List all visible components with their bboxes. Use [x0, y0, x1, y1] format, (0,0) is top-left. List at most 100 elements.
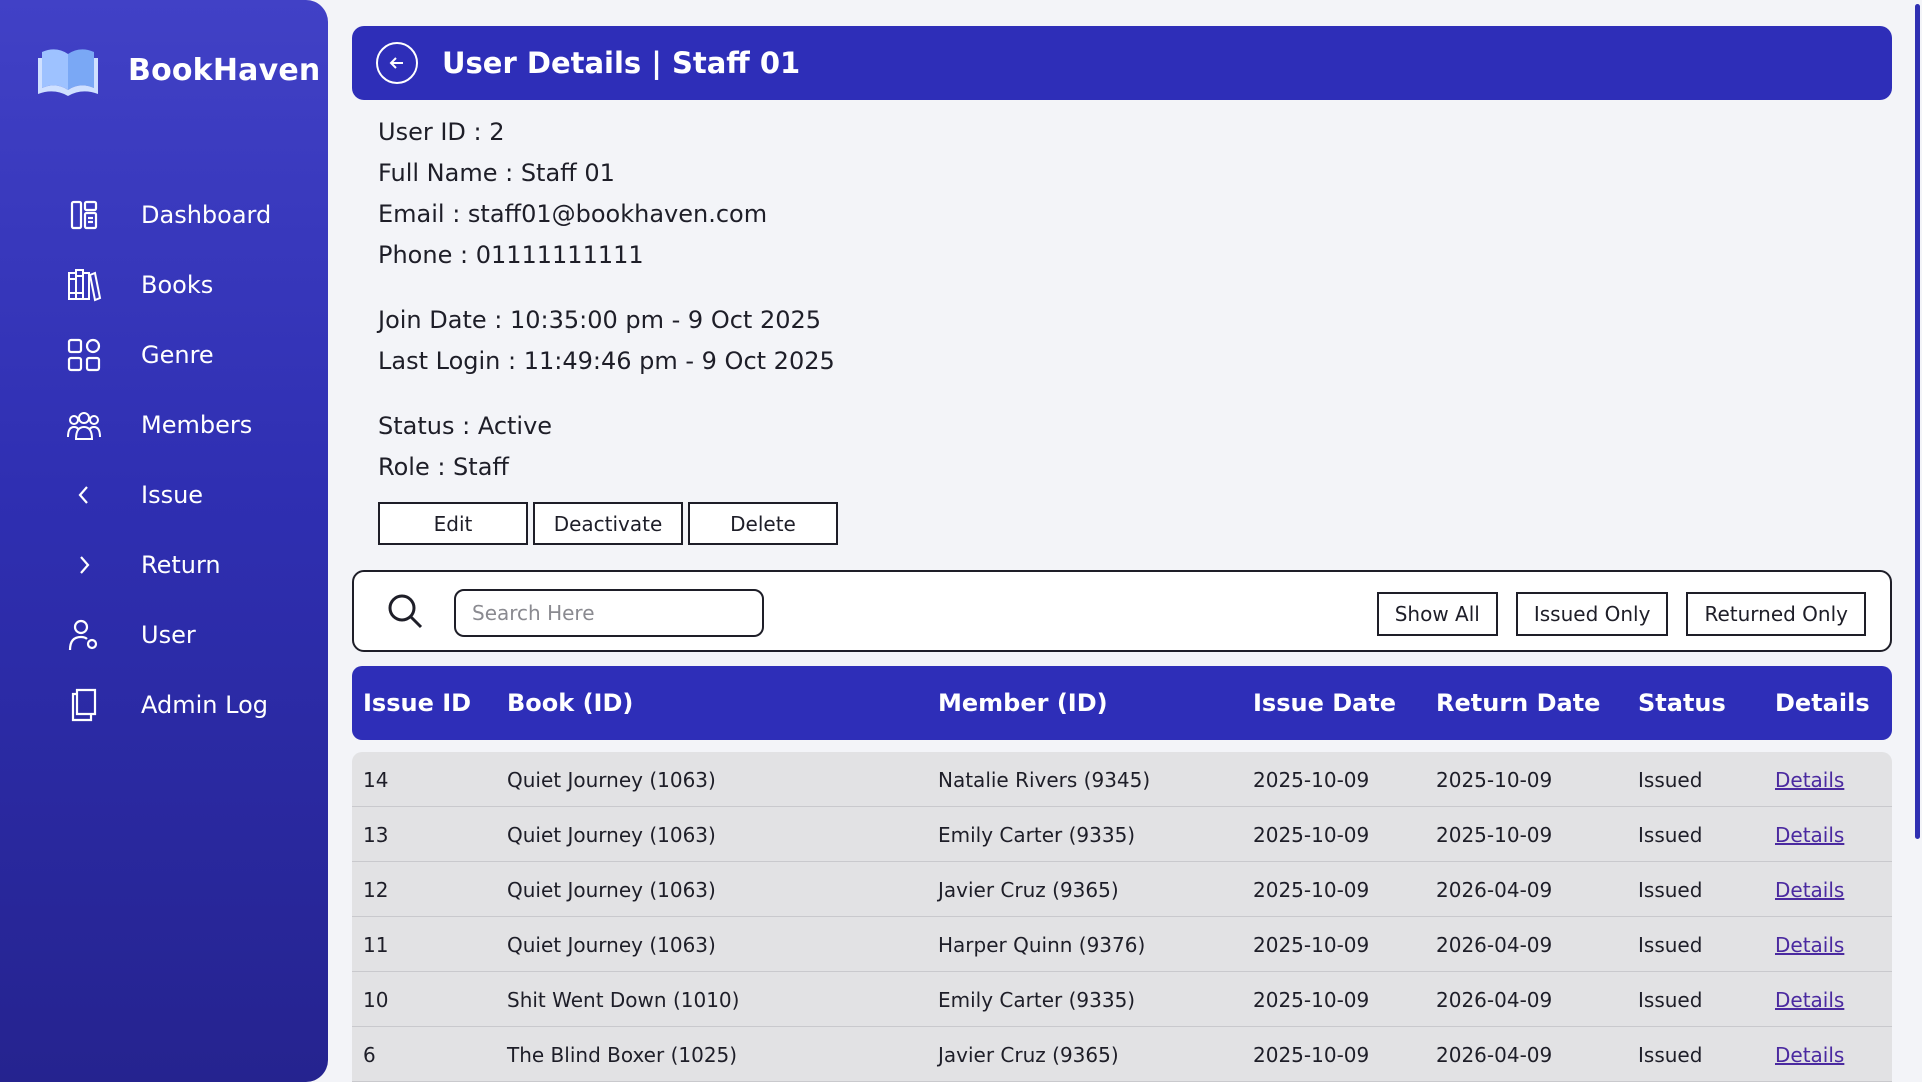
table-row: 6 The Blind Boxer (1025) Javier Cruz (93… — [352, 1027, 1892, 1082]
cell-member: Natalie Rivers (9345) — [938, 767, 1151, 792]
cell-issue-id: 13 — [363, 822, 389, 847]
cell-status: Issued — [1638, 987, 1703, 1012]
column-header-issue-id[interactable]: Issue ID — [363, 666, 471, 740]
table-row: 14 Quiet Journey (1063) Natalie Rivers (… — [352, 752, 1892, 807]
delete-button[interactable]: Delete — [688, 502, 838, 545]
user-full-name: Full Name : Staff 01 — [378, 159, 615, 187]
column-header-book[interactable]: Book (ID) — [507, 666, 633, 740]
cell-issue-id: 6 — [363, 1042, 376, 1067]
sidebar-item-label: Admin Log — [141, 691, 268, 719]
sidebar-item-label: User — [141, 621, 196, 649]
brand[interactable]: BookHaven — [38, 44, 320, 96]
user-last-login: Last Login : 11:49:46 pm - 9 Oct 2025 — [378, 347, 835, 375]
cell-status: Issued — [1638, 1042, 1703, 1067]
page-header: User Details | Staff 01 — [352, 26, 1892, 100]
chevron-right-icon — [64, 545, 104, 585]
scrollbar[interactable] — [1914, 0, 1922, 1082]
cell-member: Emily Carter (9335) — [938, 987, 1136, 1012]
cell-return-date: 2026-04-09 — [1436, 987, 1553, 1012]
cell-issue-date: 2025-10-09 — [1253, 932, 1370, 957]
table-row: 12 Quiet Journey (1063) Javier Cruz (936… — [352, 862, 1892, 917]
sidebar-item-admin-log[interactable]: Admin Log — [0, 670, 328, 740]
column-header-issue-date[interactable]: Issue Date — [1253, 666, 1396, 740]
column-header-member[interactable]: Member (ID) — [938, 666, 1108, 740]
column-header-status[interactable]: Status — [1638, 666, 1726, 740]
sidebar-item-label: Return — [141, 551, 221, 579]
cell-status: Issued — [1638, 877, 1703, 902]
back-button[interactable] — [376, 42, 418, 84]
cell-return-date: 2026-04-09 — [1436, 1042, 1553, 1067]
user-join-date: Join Date : 10:35:00 pm - 9 Oct 2025 — [378, 306, 822, 334]
user-phone: Phone : 01111111111 — [378, 241, 644, 269]
sidebar-item-dashboard[interactable]: Dashboard — [0, 180, 328, 250]
cell-issue-id: 10 — [363, 987, 389, 1012]
user-status: Status : Active — [378, 412, 553, 440]
sidebar-item-user[interactable]: User — [0, 600, 328, 670]
cell-member: Javier Cruz (9365) — [938, 1042, 1119, 1067]
sidebar-item-members[interactable]: Members — [0, 390, 328, 460]
details-link[interactable]: Details — [1775, 933, 1844, 957]
grid-icon — [64, 335, 104, 375]
cell-book: Quiet Journey (1063) — [507, 822, 716, 847]
sidebar-item-return[interactable]: Return — [0, 530, 328, 600]
cell-status: Issued — [1638, 932, 1703, 957]
sidebar-item-label: Issue — [141, 481, 204, 509]
dashboard-icon — [64, 195, 104, 235]
user-actions: Edit Deactivate Delete — [378, 502, 843, 545]
cell-book: Quiet Journey (1063) — [507, 767, 716, 792]
details-link[interactable]: Details — [1775, 988, 1844, 1012]
issue-table: 14 Quiet Journey (1063) Natalie Rivers (… — [352, 752, 1892, 1082]
sidebar-item-issue[interactable]: Issue — [0, 460, 328, 530]
edit-button[interactable]: Edit — [378, 502, 528, 545]
cell-book: The Blind Boxer (1025) — [507, 1042, 738, 1067]
scrollbar-thumb[interactable] — [1915, 4, 1920, 839]
search-panel: Show All Issued Only Returned Only — [352, 570, 1892, 652]
cell-book: Shit Went Down (1010) — [507, 987, 740, 1012]
details-link[interactable]: Details — [1775, 768, 1844, 792]
details-link[interactable]: Details — [1775, 823, 1844, 847]
page-title: User Details | Staff 01 — [442, 46, 801, 80]
book-logo-icon — [38, 49, 98, 96]
cell-issue-date: 2025-10-09 — [1253, 822, 1370, 847]
column-header-details[interactable]: Details — [1775, 666, 1870, 740]
cell-issue-date: 2025-10-09 — [1253, 767, 1370, 792]
show-all-button[interactable]: Show All — [1376, 592, 1498, 636]
brand-name: BookHaven — [128, 52, 321, 88]
user-role: Role : Staff — [378, 453, 509, 481]
sidebar-item-label: Dashboard — [141, 201, 272, 229]
sidebar: BookHaven Dashboard Books Genre Members … — [0, 0, 328, 1082]
details-link[interactable]: Details — [1775, 1043, 1844, 1067]
cell-issue-date: 2025-10-09 — [1253, 987, 1370, 1012]
cell-return-date: 2026-04-09 — [1436, 932, 1553, 957]
chevron-left-icon — [64, 475, 104, 515]
issued-only-button[interactable]: Issued Only — [1515, 592, 1669, 636]
cell-member: Harper Quinn (9376) — [938, 932, 1146, 957]
user-details: User ID : 2 Full Name : Staff 01 Email :… — [378, 112, 835, 512]
cell-issue-date: 2025-10-09 — [1253, 877, 1370, 902]
cell-book: Quiet Journey (1063) — [507, 932, 716, 957]
sidebar-item-label: Genre — [141, 341, 214, 369]
cell-return-date: 2026-04-09 — [1436, 877, 1553, 902]
user-id: User ID : 2 — [378, 118, 505, 146]
cell-member: Emily Carter (9335) — [938, 822, 1136, 847]
search-input[interactable] — [454, 589, 764, 637]
deactivate-button[interactable]: Deactivate — [533, 502, 683, 545]
details-link[interactable]: Details — [1775, 878, 1844, 902]
cell-book: Quiet Journey (1063) — [507, 877, 716, 902]
members-icon — [64, 405, 104, 445]
returned-only-button[interactable]: Returned Only — [1686, 592, 1866, 636]
cell-return-date: 2025-10-09 — [1436, 822, 1553, 847]
sidebar-nav: Dashboard Books Genre Members Issue Retu… — [0, 180, 328, 740]
table-row: 10 Shit Went Down (1010) Emily Carter (9… — [352, 972, 1892, 1027]
sidebar-item-genre[interactable]: Genre — [0, 320, 328, 390]
log-icon — [64, 685, 104, 725]
sidebar-item-books[interactable]: Books — [0, 250, 328, 320]
table-row: 11 Quiet Journey (1063) Harper Quinn (93… — [352, 917, 1892, 972]
search-icon — [388, 594, 423, 629]
cell-return-date: 2025-10-09 — [1436, 767, 1553, 792]
sidebar-item-label: Members — [141, 411, 253, 439]
column-header-return-date[interactable]: Return Date — [1436, 666, 1600, 740]
books-icon — [64, 265, 104, 305]
user-settings-icon — [64, 615, 104, 655]
arrow-left-icon — [389, 57, 403, 69]
